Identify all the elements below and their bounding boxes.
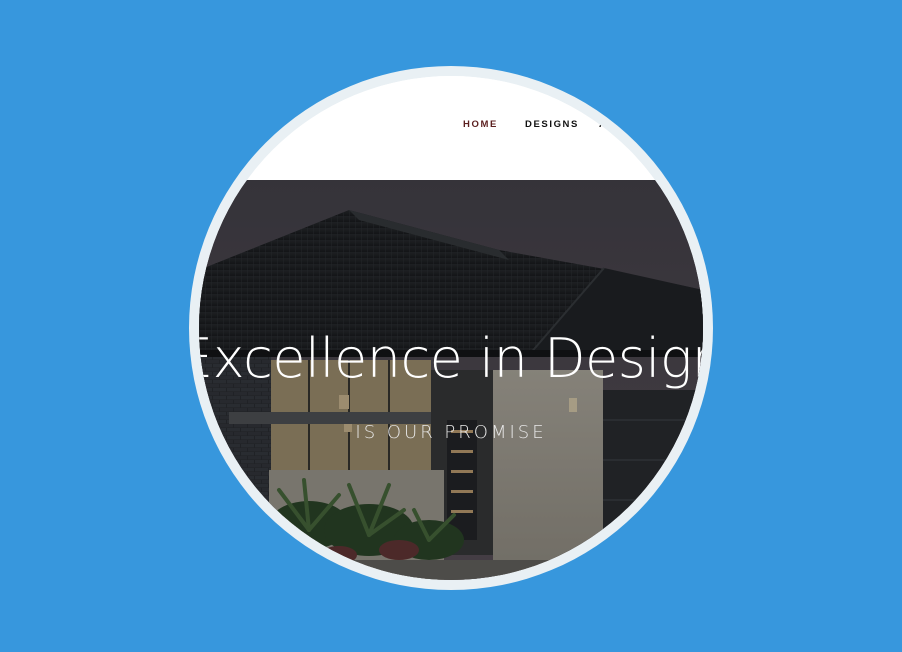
nav-link-designs[interactable]: DESIGNS — [525, 119, 579, 130]
site-header: HOME DESIGNS A — [199, 76, 703, 180]
screenshot-canvas: HOME DESIGNS A Excellence in Design IS O… — [0, 0, 902, 652]
nav-link-partial[interactable]: A — [599, 119, 607, 130]
magnifier-lens: HOME DESIGNS A Excellence in Design IS O… — [199, 76, 703, 580]
hero-subheadline: IS OUR PROMISE — [355, 422, 547, 443]
hero-banner: Excellence in Design IS OUR PROMISE — [199, 180, 703, 580]
hero-headline: Excellence in Design — [199, 327, 703, 390]
nav-link-home[interactable]: HOME — [463, 119, 498, 130]
